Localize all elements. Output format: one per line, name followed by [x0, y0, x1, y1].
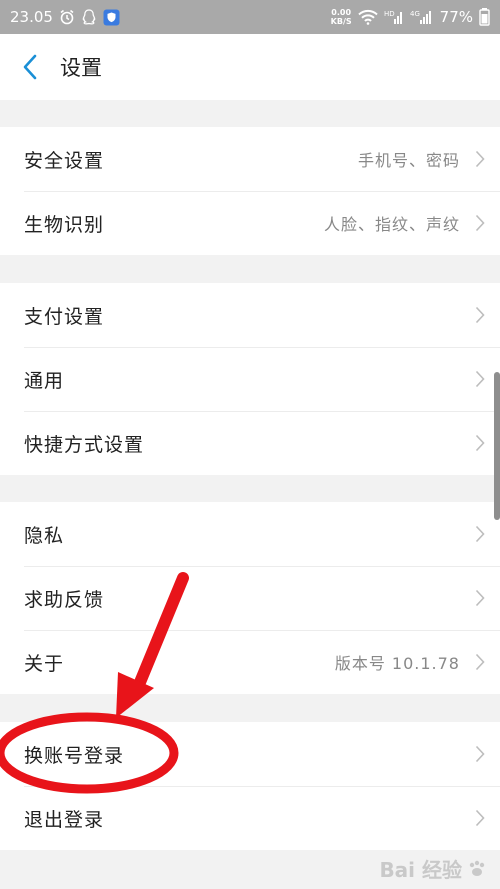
signal-4g-icon: 4G	[410, 9, 434, 25]
settings-row-biometrics[interactable]: 生物识别 人脸、指纹、声纹	[0, 191, 500, 255]
chevron-right-icon	[460, 127, 500, 191]
page-header: 设置	[0, 34, 500, 100]
row-label: 退出登录	[24, 808, 105, 831]
signal-icon: HD	[384, 9, 404, 25]
clock-time: 23.05	[10, 8, 53, 26]
chevron-right-icon	[460, 283, 500, 347]
settings-row-feedback[interactable]: 求助反馈	[0, 566, 500, 630]
shield-icon	[103, 9, 120, 26]
chevron-right-icon	[460, 191, 500, 255]
row-value: 人脸、指纹、声纹	[323, 215, 460, 234]
settings-row-payment[interactable]: 支付设置	[0, 283, 500, 347]
row-value: 手机号、密码	[357, 151, 460, 170]
settings-row-logout[interactable]: 退出登录	[0, 786, 500, 850]
settings-group-account: 安全设置 手机号、密码 生物识别 人脸、指纹、声纹	[0, 127, 500, 255]
settings-row-privacy[interactable]: 隐私	[0, 502, 500, 566]
svg-text:4G: 4G	[410, 10, 420, 18]
row-value: 版本号 10.1.78	[334, 654, 460, 673]
network-speed: 0.00 KB/S	[331, 8, 352, 26]
row-label: 通用	[24, 369, 65, 392]
row-label: 安全设置	[24, 149, 105, 172]
paw-icon	[469, 860, 485, 876]
scrollbar-handle[interactable]	[494, 372, 500, 520]
settings-row-shortcuts[interactable]: 快捷方式设置	[0, 411, 500, 475]
settings-group-login: 换账号登录 退出登录	[0, 722, 500, 850]
chevron-right-icon	[460, 786, 500, 850]
settings-row-switch-account[interactable]: 换账号登录	[0, 722, 500, 786]
chevron-right-icon	[460, 630, 500, 694]
row-label: 生物识别	[24, 213, 105, 236]
back-button[interactable]	[0, 34, 60, 100]
settings-row-about[interactable]: 关于 版本号 10.1.78	[0, 630, 500, 694]
svg-text:HD: HD	[384, 10, 395, 18]
status-bar: 23.05 0.00 KB/S HD 4G 77%	[0, 0, 500, 34]
chevron-right-icon	[460, 722, 500, 786]
watermark-text: Bai 经验	[379, 858, 462, 882]
row-label: 隐私	[24, 524, 65, 547]
network-speed-unit: KB/S	[330, 17, 352, 26]
settings-group-privacy: 隐私 求助反馈 关于 版本号 10.1.78	[0, 502, 500, 694]
chevron-right-icon	[460, 566, 500, 630]
battery-icon	[479, 8, 490, 26]
alarm-icon	[59, 9, 75, 25]
battery-percent: 77%	[439, 8, 473, 26]
settings-group-general: 支付设置 通用 快捷方式设置	[0, 283, 500, 475]
row-label: 换账号登录	[24, 744, 125, 767]
row-label: 支付设置	[24, 305, 105, 328]
settings-row-security[interactable]: 安全设置 手机号、密码	[0, 127, 500, 191]
page-title: 设置	[60, 56, 102, 80]
row-label: 快捷方式设置	[24, 433, 145, 456]
row-label: 求助反馈	[24, 588, 105, 611]
wifi-icon	[357, 9, 378, 25]
settings-row-general[interactable]: 通用	[0, 347, 500, 411]
network-speed-value: 0.00	[331, 8, 352, 17]
chevron-left-icon	[23, 54, 37, 80]
row-label: 关于	[24, 652, 65, 675]
qq-icon	[81, 8, 97, 26]
watermark: Bai 经验	[379, 854, 488, 883]
